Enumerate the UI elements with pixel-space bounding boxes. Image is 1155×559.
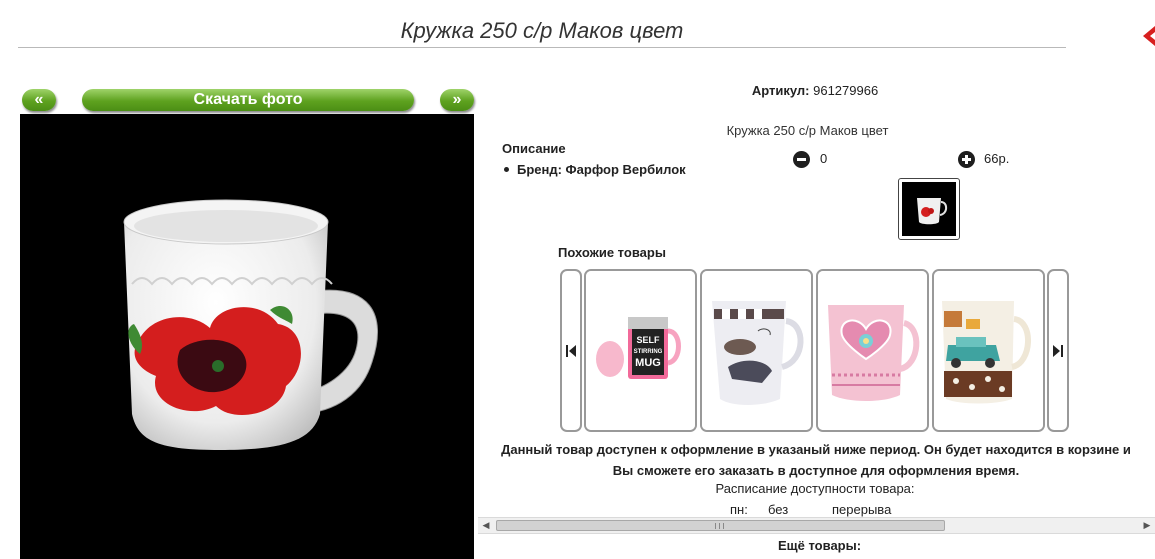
prev-photo-button[interactable]: «	[22, 89, 56, 111]
price-value: 66р.	[984, 151, 1010, 166]
car-mug-image	[934, 271, 1043, 430]
schedule-day: пн:	[730, 502, 748, 517]
plus-circle-icon[interactable]	[958, 151, 975, 168]
schedule-label: Расписание доступности товара:	[715, 481, 915, 496]
brand-text: Бренд: Фарфор Вербилок	[517, 162, 686, 177]
product-page: Кружка 250 с/р Маков цвет « Скачать фото…	[0, 0, 1155, 559]
scroll-left-icon[interactable]: ◀	[478, 518, 494, 533]
similar-item-car-mug[interactable]	[932, 269, 1045, 432]
article-value: 961279966	[813, 83, 879, 98]
pink-heart-mug-image	[818, 271, 927, 430]
carousel-next-button[interactable]	[1047, 269, 1069, 432]
description-title: Описание	[502, 141, 566, 156]
carousel-prev-button[interactable]	[560, 269, 582, 432]
poppy-mug-image	[123, 199, 379, 450]
bullet-icon	[504, 167, 509, 173]
schedule-to: перерыва	[832, 502, 892, 517]
product-photo	[20, 114, 474, 559]
brand-list-item: Бренд: Фарфор Вербилок	[504, 162, 686, 177]
scroll-right-icon[interactable]: ▶	[1139, 518, 1155, 533]
self-stir-word-2: STIRRING	[634, 349, 663, 355]
availability-notice: Данный товар доступен к оформление в ука…	[501, 442, 1131, 478]
more-products-title: Ещё товары:	[778, 538, 862, 553]
minus-circle-icon[interactable]	[793, 151, 810, 168]
horizontal-scrollbar[interactable]: ◀ ▶	[478, 517, 1155, 534]
similar-item-pink-heart-mug[interactable]	[816, 269, 929, 432]
variant-name: Кружка 250 с/р Маков цвет	[726, 123, 889, 138]
grip-icon	[715, 523, 724, 529]
next-photo-button[interactable]: »	[440, 89, 474, 111]
close-icon[interactable]	[1140, 20, 1155, 52]
similar-products-title: Похожие товары	[558, 245, 666, 260]
download-photo-button[interactable]: Скачать фото	[82, 89, 414, 111]
scrollbar-thumb[interactable]	[496, 520, 945, 531]
schedule-from: без	[768, 502, 789, 517]
similar-item-self-stirring-mug[interactable]: SELF STIRRING MUG	[584, 269, 697, 432]
self-stir-word-1: SELF	[636, 335, 660, 345]
poppy-mug-thumb-icon	[902, 182, 956, 236]
article-number: Артикул: 961279966	[680, 83, 950, 98]
self-stirring-mug-image: SELF STIRRING MUG	[586, 271, 695, 430]
skip-back-icon	[566, 345, 576, 357]
fashion-mug-image	[702, 271, 811, 430]
article-label: Артикул:	[751, 83, 810, 98]
quantity-value: 0	[820, 151, 828, 166]
self-stir-word-3: MUG	[635, 357, 661, 369]
similar-item-fashion-mug[interactable]	[700, 269, 813, 432]
schedule-row: пн: без перерыва	[730, 502, 891, 517]
page-title: Кружка 250 с/р Маков цвет	[18, 14, 1066, 48]
variant-thumbnail[interactable]	[898, 178, 960, 240]
skip-forward-icon	[1053, 345, 1063, 357]
